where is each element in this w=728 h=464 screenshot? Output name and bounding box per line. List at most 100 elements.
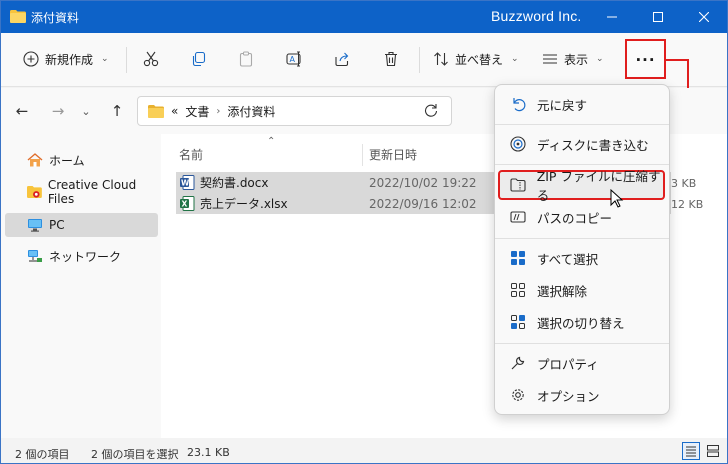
copy-icon bbox=[192, 51, 206, 67]
breadcrumb-current[interactable]: 添付資料 bbox=[227, 103, 275, 120]
file-modified: 2022/09/16 12:02 bbox=[369, 196, 477, 211]
chevron-down-icon: ⌄ bbox=[101, 54, 109, 64]
rename-button[interactable]: A bbox=[286, 43, 303, 75]
column-header-modified[interactable]: 更新日時 bbox=[369, 146, 417, 163]
select-none-icon bbox=[511, 283, 525, 297]
menu-item-select-none[interactable]: 選択解除 bbox=[499, 275, 665, 305]
back-button[interactable]: ← bbox=[11, 100, 33, 122]
menu-item-select-all[interactable]: すべて選択 bbox=[499, 243, 665, 273]
menu-item-label: 選択の切り替え bbox=[537, 315, 625, 331]
invert-selection-icon bbox=[511, 315, 525, 329]
menu-item-label: すべて選択 bbox=[537, 251, 599, 267]
copy-path-icon bbox=[510, 211, 526, 223]
home-icon bbox=[27, 153, 43, 167]
view-label: 表示 bbox=[564, 52, 589, 67]
forward-button[interactable]: → bbox=[47, 100, 69, 122]
chevron-down-icon: ⌄ bbox=[81, 104, 91, 118]
breadcrumb-prefix[interactable]: « bbox=[171, 104, 178, 118]
sidebar-item-creative-cloud[interactable]: Creative Cloud Files bbox=[5, 178, 158, 206]
arrow-left-icon: ← bbox=[15, 102, 29, 120]
sidebar-item-pc[interactable]: PC bbox=[5, 213, 158, 237]
chevron-down-icon: ⌄ bbox=[596, 54, 604, 64]
menu-item-undo[interactable]: 元に戻す bbox=[499, 89, 665, 119]
copy-button[interactable] bbox=[191, 43, 207, 75]
new-button[interactable]: 新規作成 ⌄ bbox=[23, 43, 109, 75]
menu-item-invert-selection[interactable]: 選択の切り替え bbox=[499, 307, 665, 337]
file-name: 契約書.docx bbox=[200, 176, 269, 190]
folder-icon bbox=[10, 10, 26, 23]
command-bar: 新規作成 ⌄ A 並べ替え ⌄ 表示 ⌄ bbox=[1, 33, 727, 87]
zip-folder-icon bbox=[510, 178, 526, 192]
file-modified: 2022/10/02 19:22 bbox=[369, 175, 477, 190]
menu-divider bbox=[495, 343, 669, 344]
svg-text:W: W bbox=[181, 179, 190, 188]
view-button[interactable]: 表示 ⌄ bbox=[542, 43, 604, 75]
see-more-menu: 元に戻す ディスクに書き込む ZIP ファイルに圧縮する パスのコピー すべて選… bbox=[494, 84, 670, 415]
minimize-button[interactable] bbox=[589, 1, 635, 33]
window-title: 添付資料 bbox=[31, 11, 80, 25]
scissors-icon bbox=[143, 51, 159, 67]
menu-item-label: ディスクに書き込む bbox=[537, 137, 649, 153]
tiles-view-icon bbox=[707, 445, 719, 457]
column-header-name[interactable]: 名前 bbox=[179, 146, 203, 163]
refresh-icon[interactable] bbox=[424, 103, 438, 117]
status-bar: 2 個の項目 2 個の項目を選択 23.1 KB bbox=[1, 438, 727, 463]
menu-item-properties[interactable]: プロパティ bbox=[499, 348, 665, 378]
menu-item-burn-to-disc[interactable]: ディスクに書き込む bbox=[499, 129, 665, 159]
menu-item-label: プロパティ bbox=[537, 356, 599, 372]
more-icon: ... bbox=[635, 47, 656, 65]
sort-button[interactable]: 並べ替え ⌄ bbox=[433, 43, 519, 75]
cut-button[interactable] bbox=[143, 43, 159, 75]
up-button[interactable]: ↑ bbox=[106, 100, 128, 122]
new-label: 新規作成 bbox=[45, 52, 94, 67]
sidebar-item-home[interactable]: ホーム bbox=[5, 148, 158, 172]
menu-item-label: オプション bbox=[537, 388, 600, 404]
menu-item-label: 元に戻す bbox=[537, 97, 588, 113]
trash-icon bbox=[385, 51, 397, 67]
select-all-icon bbox=[511, 251, 525, 265]
disc-icon bbox=[510, 136, 526, 152]
selected-size: 23.1 KB bbox=[187, 446, 230, 459]
gear-icon bbox=[512, 389, 524, 401]
file-name: 売上データ.xlsx bbox=[200, 197, 288, 211]
recent-button[interactable]: ⌄ bbox=[75, 100, 97, 122]
sidebar-item-label: ネットワーク bbox=[49, 249, 122, 264]
paste-button[interactable] bbox=[238, 43, 254, 75]
breadcrumb-root[interactable]: 文書 bbox=[185, 103, 209, 120]
brand-label: Buzzword Inc. bbox=[491, 8, 582, 24]
address-bar[interactable]: « 文書 › 添付資料 bbox=[137, 96, 452, 126]
sidebar-item-label: Creative Cloud Files bbox=[47, 178, 137, 206]
explorer-window: 添付資料 Buzzword Inc. 新規作成 ⌄ A 並べ替え ⌄ 表示 ⌄ … bbox=[0, 0, 728, 464]
details-view-icon bbox=[686, 446, 696, 457]
delete-button[interactable] bbox=[383, 43, 399, 75]
menu-item-compress-zip[interactable]: ZIP ファイルに圧縮する bbox=[498, 169, 665, 203]
file-size: 12 KB bbox=[671, 198, 704, 211]
minimize-icon bbox=[607, 16, 617, 18]
menu-item-label: 選択解除 bbox=[537, 283, 588, 299]
menu-item-label: ZIP ファイルに圧縮する bbox=[536, 169, 661, 203]
close-button[interactable] bbox=[681, 1, 727, 33]
menu-item-copy-path[interactable]: パスのコピー bbox=[499, 202, 665, 232]
chevron-down-icon: ⌄ bbox=[511, 54, 519, 64]
maximize-button[interactable] bbox=[635, 1, 681, 33]
share-button[interactable] bbox=[334, 43, 350, 75]
pc-icon bbox=[28, 219, 42, 232]
sidebar-item-network[interactable]: ネットワーク bbox=[5, 244, 158, 268]
rename-icon: A bbox=[286, 51, 301, 67]
excel-file-icon: X bbox=[180, 196, 195, 211]
sort-ascending-icon: ⌃ bbox=[267, 136, 276, 147]
plus-circle-icon bbox=[23, 51, 39, 67]
arrow-right-icon: → bbox=[51, 102, 65, 120]
menu-divider bbox=[495, 124, 669, 125]
menu-item-options[interactable]: オプション bbox=[499, 380, 665, 410]
word-file-icon: W bbox=[180, 175, 195, 190]
svg-text:A: A bbox=[290, 55, 296, 64]
close-icon bbox=[699, 12, 709, 22]
details-view-button[interactable] bbox=[682, 442, 700, 460]
see-more-button[interactable]: ... bbox=[625, 39, 666, 79]
arrow-up-icon: ↑ bbox=[110, 102, 124, 120]
sidebar-item-label: ホーム bbox=[49, 153, 85, 168]
chevron-right-icon: › bbox=[216, 105, 221, 117]
sort-label: 並べ替え bbox=[455, 52, 504, 67]
tiles-view-button[interactable] bbox=[704, 442, 722, 460]
